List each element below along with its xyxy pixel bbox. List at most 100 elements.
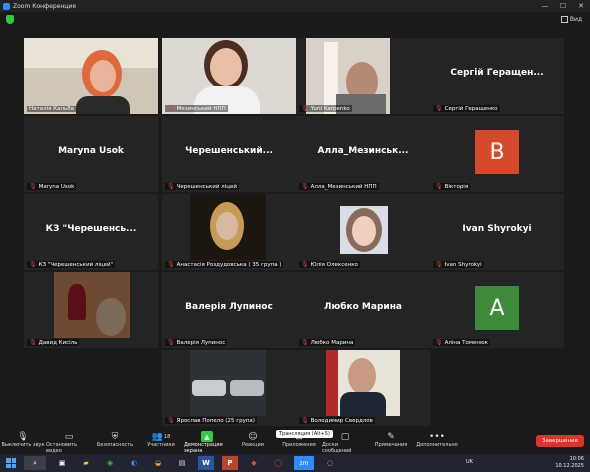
participant-tile[interactable]: Любко Марина 🎙 Любко Марина	[296, 272, 430, 348]
share-screen-button[interactable]: ▲ Демонстрация экрана	[184, 428, 230, 454]
viber-icon[interactable]: ◌	[322, 456, 338, 470]
title-bar: Zoom Конференция — ☐ ✕	[0, 0, 590, 12]
security-button[interactable]: ⛨ Безопасность	[92, 428, 138, 449]
participant-name: Юлія Олексенко	[310, 261, 358, 268]
store-icon[interactable]: ▤	[174, 456, 190, 470]
mic-muted-icon: 🎙	[167, 105, 175, 112]
participant-display-name: Ivan Shyrokyi	[462, 224, 532, 234]
opera-icon[interactable]: ◯	[270, 456, 286, 470]
mic-muted-icon: 🎙	[301, 339, 309, 346]
more-button[interactable]: ••• Дополнительно	[414, 428, 460, 449]
task-view-icon[interactable]: ▣	[54, 456, 70, 470]
mic-muted-icon: 🎙	[301, 261, 309, 268]
maximize-button[interactable]: ☐	[554, 2, 572, 10]
participant-name: Ivan Shyrokyi	[444, 261, 482, 268]
participant-name: Maryna Usok	[38, 183, 75, 190]
mic-muted-icon: 🎙	[167, 339, 175, 346]
chrome-icon[interactable]: ◉	[102, 456, 118, 470]
view-label: Вид	[569, 15, 582, 23]
participant-tile[interactable]: Maryna Usok 🎙 Maryna Usok	[24, 116, 158, 192]
participant-tile[interactable]: 🎙 Анастасія Роздудовська ( 35 група )	[162, 194, 296, 270]
mute-button[interactable]: 🎙 Выключить звук	[0, 428, 46, 449]
mic-muted-icon: 🎙	[29, 183, 37, 190]
firefox-icon[interactable]: ◒	[150, 456, 166, 470]
participant-display-name: Валерія Лупинос	[185, 302, 273, 312]
participant-tile[interactable]: 🎙 Давид Кисіль	[24, 272, 158, 348]
grid-view-icon	[560, 15, 568, 23]
participant-tile[interactable]: 🎙 Ярослав Попело (25 група)	[162, 350, 296, 426]
powerpoint-icon[interactable]: P	[222, 456, 238, 470]
clock-date: 10.12.2025	[555, 463, 584, 469]
participant-tile[interactable]: 🎙 Мезинський НПП	[162, 38, 296, 114]
window-title: Zoom Конференция	[13, 2, 76, 10]
view-button[interactable]: Вид	[560, 15, 582, 23]
share-screen-icon: ▲	[201, 431, 213, 442]
participant-name: Валерія Лупинос	[176, 339, 226, 346]
security-shield-icon[interactable]	[6, 14, 14, 24]
participant-tile[interactable]: 🎙 Юлія Олексенко	[296, 194, 430, 270]
end-meeting-button[interactable]: Завершение	[536, 435, 584, 447]
zoom-taskbar-icon[interactable]: zm	[294, 456, 314, 470]
system-clock[interactable]: 10:06 10.12.2025	[555, 456, 584, 470]
participant-tile[interactable]: 🎙 Yurii Karpenko	[296, 38, 430, 114]
participants-icon: 👥 18	[151, 431, 171, 442]
video-camera-icon: ▭	[64, 431, 74, 442]
participant-name: Мезинський НПП	[176, 105, 226, 112]
mic-muted-icon: 🎙	[301, 183, 309, 190]
participant-name: Анастасія Роздудовська ( 35 група )	[176, 261, 282, 268]
file-explorer-icon[interactable]: ▰	[78, 456, 94, 470]
whiteboard-icon: ▢	[340, 431, 350, 442]
zoom-app-icon	[3, 2, 10, 10]
participant-tile[interactable]: A 🎙 Аліна Томенюк	[430, 272, 564, 348]
mic-muted-icon: 🎙	[301, 105, 309, 112]
participant-name: КЗ "Черешенський ліцей"	[38, 261, 114, 268]
participant-tile[interactable]: Валерія Лупинос 🎙 Валерія Лупинос	[162, 272, 296, 348]
participant-name: Наталія Кальба	[29, 106, 74, 112]
participant-name: Аліна Томенюк	[444, 339, 488, 346]
shield-icon: ⛨	[111, 431, 119, 442]
participant-tile[interactable]: Наталія Кальба	[24, 38, 158, 114]
participant-display-name: Алла_Мезинськ...	[317, 146, 409, 156]
participants-button[interactable]: 👥 18 Участники	[138, 428, 184, 449]
mic-muted-icon: 🎙	[435, 183, 443, 190]
participant-name: Алла_Мезинський НПП	[310, 183, 377, 190]
mic-muted-icon: 🎙	[167, 417, 175, 424]
participant-tile[interactable]: Черешенський... 🎙 Черешенський ліцей	[162, 116, 296, 192]
search-icon[interactable]: ⌕	[24, 456, 46, 470]
windows-start-icon[interactable]	[6, 458, 16, 468]
edge-icon[interactable]: ◐	[126, 456, 142, 470]
mic-muted-icon: 🎙	[435, 105, 443, 112]
participant-name: Yurii Karpenko	[310, 105, 350, 112]
language-indicator[interactable]: UK	[466, 459, 473, 465]
notes-button[interactable]: ✎ Примечания	[368, 428, 414, 449]
participant-name: Черешенський ліцей	[176, 183, 237, 190]
participant-display-name: КЗ "Черешенсь...	[45, 224, 137, 234]
participant-name: Любко Марина	[310, 339, 354, 346]
participant-avatar: B	[475, 130, 519, 174]
share-tooltip: Трансляция (Alt+S)	[276, 430, 333, 438]
mic-muted-icon: 🎙	[167, 261, 175, 268]
participant-tile[interactable]: 🎙 Володимир Свердлов	[296, 350, 430, 426]
mic-muted-icon: 🎙	[29, 339, 37, 346]
stop-video-button[interactable]: ▭ Остановить видео	[46, 428, 92, 455]
mic-muted-icon: 🎙	[29, 261, 37, 268]
mic-muted-icon: 🎙	[435, 339, 443, 346]
participant-tile[interactable]: Ivan Shyrokyi 🎙 Ivan Shyrokyi	[430, 194, 564, 270]
participant-tile[interactable]: КЗ "Черешенсь... 🎙 КЗ "Черешенський ліцей…	[24, 194, 158, 270]
participants-count: 18	[163, 433, 171, 440]
mic-muted-icon: 🎙	[435, 261, 443, 268]
participant-display-name: Сергій Геращен...	[450, 68, 544, 78]
participant-avatar: A	[475, 286, 519, 330]
close-button[interactable]: ✕	[572, 2, 590, 10]
reactions-button[interactable]: ☺ Реакции	[230, 428, 276, 449]
participant-display-name: Maryna Usok	[58, 146, 124, 156]
participant-name: Ярослав Попело (25 група)	[176, 417, 255, 424]
pdf-reader-icon[interactable]: ◆	[246, 456, 262, 470]
meeting-info-bar: Вид	[0, 12, 590, 26]
word-icon[interactable]: W	[198, 456, 214, 470]
minimize-button[interactable]: —	[536, 2, 554, 10]
participant-name: Володимир Свердлов	[310, 417, 373, 424]
participant-tile[interactable]: B 🎙 Вікторія	[430, 116, 564, 192]
participant-tile[interactable]: Алла_Мезинськ... 🎙 Алла_Мезинський НПП	[296, 116, 430, 192]
participant-tile[interactable]: Сергій Геращен... 🎙 Сергій Геращенко	[430, 38, 564, 114]
